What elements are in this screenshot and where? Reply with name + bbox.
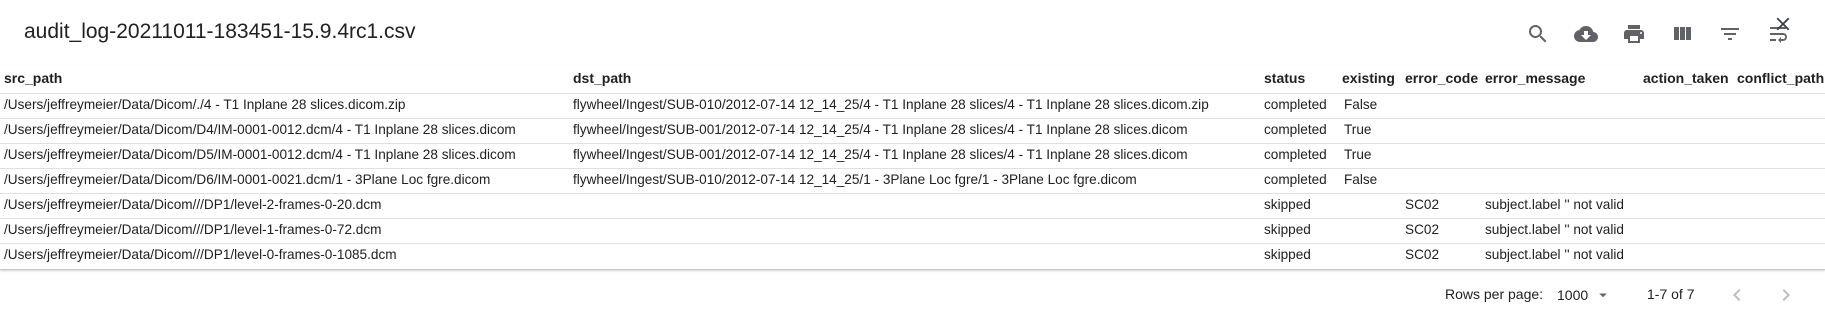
table-row[interactable]: /Users/jeffreymeier/Data/Dicom/D5/IM-000… [0, 144, 1825, 169]
download-icon [1574, 26, 1598, 42]
table-row[interactable]: /Users/jeffreymeier/Data/Dicom/D6/IM-000… [0, 169, 1825, 194]
column-header-existing[interactable]: existing [1342, 70, 1395, 86]
audit-log-table: src_path dst_path status existing error_… [0, 66, 1825, 270]
existing-cell: True [1344, 122, 1372, 137]
dst-path-cell: flywheel/Ingest/SUB-001/2012-07-14 12_14… [573, 147, 1188, 162]
column-header-status[interactable]: status [1264, 70, 1305, 86]
pagination: Rows per page: 1000 1-7 of 7 [0, 280, 1825, 310]
toolbar: audit_log-20211011-183451-15.9.4rc1.csv [0, 0, 1825, 66]
filter-icon [1721, 28, 1739, 40]
status-cell: skipped [1264, 197, 1311, 212]
existing-cell: True [1344, 147, 1372, 162]
view-columns-button[interactable] [1667, 19, 1697, 49]
error-code-cell: SC02 [1405, 222, 1440, 237]
page-range: 1-7 of 7 [1647, 286, 1695, 302]
table-row[interactable]: /Users/jeffreymeier/Data/Dicom/./4 - T1 … [0, 94, 1825, 119]
error-code-cell: SC02 [1405, 247, 1440, 262]
existing-cell: False [1344, 97, 1378, 112]
next-page-button[interactable] [1773, 282, 1799, 308]
status-cell: completed [1264, 122, 1327, 137]
rows-per-page-value: 1000 [1557, 287, 1589, 303]
chevron-right-icon [1782, 289, 1790, 301]
src-path-cell: /Users/jeffreymeier/Data/Dicom///DP1/lev… [4, 222, 382, 237]
src-path-cell: /Users/jeffreymeier/Data/Dicom/D5/IM-000… [4, 147, 516, 162]
column-header-src-path[interactable]: src_path [4, 70, 62, 86]
dst-path-cell: flywheel/Ingest/SUB-010/2012-07-14 12_14… [573, 172, 1137, 187]
column-header-conflict-path[interactable]: conflict_path [1737, 70, 1824, 86]
existing-cell: False [1344, 172, 1378, 187]
column-header-dst-path[interactable]: dst_path [573, 70, 631, 86]
dst-path-cell: flywheel/Ingest/SUB-001/2012-07-14 12_14… [573, 122, 1188, 137]
src-path-cell: /Users/jeffreymeier/Data/Dicom/D4/IM-000… [4, 122, 516, 137]
error-message-cell: subject.label '' not valid [1485, 197, 1624, 212]
column-header-action-taken[interactable]: action_taken [1643, 70, 1729, 86]
status-cell: skipped [1264, 247, 1311, 262]
error-message-cell: subject.label '' not valid [1485, 222, 1624, 237]
print-button[interactable] [1619, 19, 1649, 49]
previous-page-button[interactable] [1724, 282, 1750, 308]
filter-button[interactable] [1715, 19, 1745, 49]
close-icon [1776, 17, 1790, 31]
search-icon [1529, 25, 1547, 43]
table-row[interactable]: /Users/jeffreymeier/Data/Dicom///DP1/lev… [0, 219, 1825, 244]
error-message-cell: subject.label '' not valid [1485, 247, 1624, 262]
file-title: audit_log-20211011-183451-15.9.4rc1.csv [24, 20, 416, 43]
src-path-cell: /Users/jeffreymeier/Data/Dicom///DP1/lev… [4, 197, 382, 212]
dst-path-cell: flywheel/Ingest/SUB-010/2012-07-14 12_14… [573, 97, 1209, 112]
status-cell: completed [1264, 97, 1327, 112]
download-button[interactable] [1571, 19, 1601, 49]
table-header: src_path dst_path status existing error_… [0, 66, 1825, 94]
src-path-cell: /Users/jeffreymeier/Data/Dicom/D6/IM-000… [4, 172, 491, 187]
search-button[interactable] [1523, 19, 1553, 49]
status-cell: skipped [1264, 222, 1311, 237]
src-path-cell: /Users/jeffreymeier/Data/Dicom/./4 - T1 … [4, 97, 406, 112]
table-row[interactable]: /Users/jeffreymeier/Data/Dicom///DP1/lev… [0, 244, 1825, 269]
table-row[interactable]: /Users/jeffreymeier/Data/Dicom///DP1/lev… [0, 194, 1825, 219]
rows-per-page-label: Rows per page: [1445, 286, 1544, 302]
close-button[interactable] [1771, 12, 1795, 36]
table-row[interactable]: /Users/jeffreymeier/Data/Dicom/D4/IM-000… [0, 119, 1825, 144]
src-path-cell: /Users/jeffreymeier/Data/Dicom///DP1/lev… [4, 247, 397, 262]
column-header-error-message[interactable]: error_message [1485, 70, 1585, 86]
rows-per-page-select[interactable]: 1000 [1557, 286, 1612, 304]
view-columns-icon [1674, 27, 1691, 40]
error-code-cell: SC02 [1405, 197, 1440, 212]
status-cell: completed [1264, 172, 1327, 187]
caret-down-icon [1599, 293, 1607, 298]
chevron-left-icon [1733, 289, 1741, 301]
print-icon [1624, 25, 1644, 43]
status-cell: completed [1264, 147, 1327, 162]
column-header-error-code[interactable]: error_code [1405, 70, 1478, 86]
